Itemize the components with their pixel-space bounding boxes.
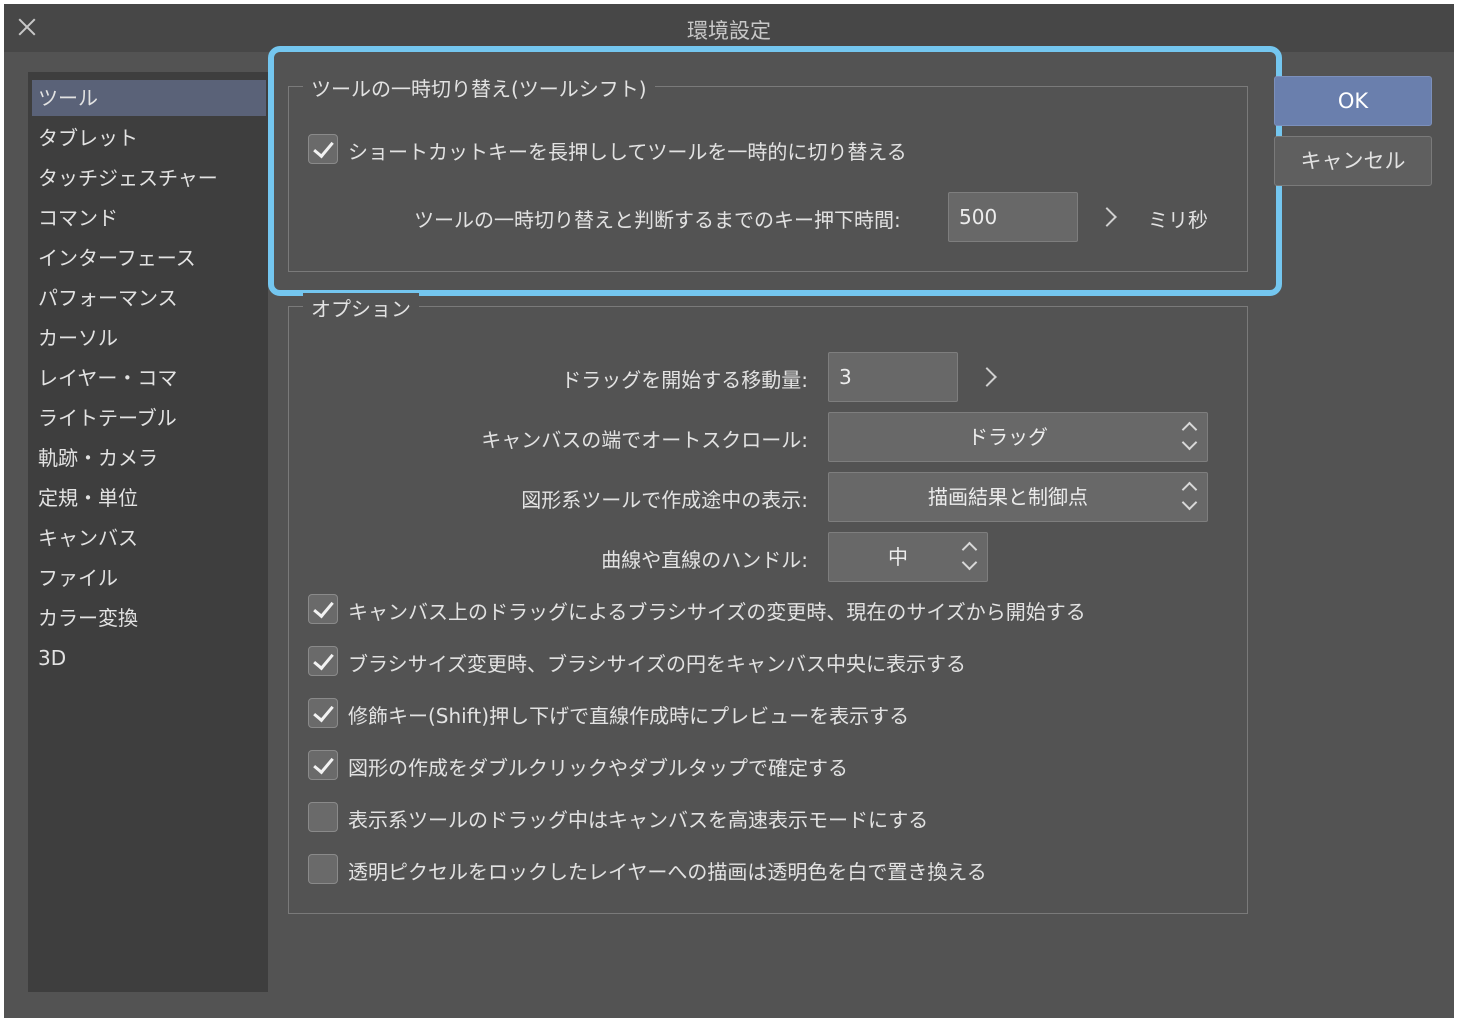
category-sidebar: ツール タブレット タッチジェスチャー コマンド インターフェース パフォーマン… (28, 72, 268, 992)
option-label-fast-display: 表示系ツールのドラッグ中はキャンバスを高速表示モードにする (348, 808, 929, 832)
window-title: 環境設定 (687, 19, 771, 43)
cancel-button[interactable]: キャンセル (1274, 136, 1432, 186)
option-label-shift-preview: 修飾キー(Shift)押し下げで直線作成時にプレビューを表示する (348, 704, 910, 728)
option-checkbox-transparent-white[interactable] (308, 854, 338, 884)
sidebar-item-tool[interactable]: ツール (32, 80, 266, 116)
tool-shift-highlight (268, 46, 1282, 296)
shape-display-label: 図形系ツールで作成途中の表示: (521, 488, 808, 512)
sidebar-item-performance[interactable]: パフォーマンス (32, 280, 266, 316)
option-label-brush-circle-center: ブラシサイズ変更時、ブラシサイズの円をキャンバス中央に表示する (348, 652, 966, 676)
sidebar-item-command[interactable]: コマンド (32, 200, 266, 236)
drag-start-label: ドラッグを開始する移動量: (561, 368, 808, 392)
sidebar-item-cursor[interactable]: カーソル (32, 320, 266, 356)
sidebar-item-layer-frame[interactable]: レイヤー・コマ (32, 360, 266, 396)
sidebar-item-tablet[interactable]: タブレット (32, 120, 266, 156)
drag-start-input[interactable]: 3 (828, 352, 958, 402)
option-label-transparent-white: 透明ピクセルをロックしたレイヤーへの描画は透明色を白で置き換える (348, 860, 987, 884)
sidebar-item-trail-camera[interactable]: 軌跡・カメラ (32, 440, 266, 476)
shape-display-select[interactable]: 描画結果と制御点 (828, 472, 1208, 522)
sidebar-item-file[interactable]: ファイル (32, 560, 266, 596)
option-checkbox-fast-display[interactable] (308, 802, 338, 832)
sidebar-item-3d[interactable]: 3D (32, 640, 266, 676)
autoscroll-select[interactable]: ドラッグ (828, 412, 1208, 462)
updown-chevron-icon (1181, 419, 1197, 455)
shape-display-value: 描画結果と制御点 (928, 485, 1088, 509)
option-checkbox-shift-preview[interactable] (308, 698, 338, 728)
sidebar-item-touch-gesture[interactable]: タッチジェスチャー (32, 160, 266, 196)
autoscroll-value: ドラッグ (968, 425, 1048, 449)
option-checkbox-brush-size-start[interactable] (308, 594, 338, 624)
updown-chevron-icon (1181, 479, 1197, 515)
sidebar-item-interface[interactable]: インターフェース (32, 240, 266, 276)
autoscroll-label: キャンバスの端でオートスクロール: (481, 428, 808, 452)
sidebar-item-ruler-unit[interactable]: 定規・単位 (32, 480, 266, 516)
handle-label: 曲線や直線のハンドル: (601, 548, 808, 572)
handle-select[interactable]: 中 (828, 532, 988, 582)
preferences-window: 環境設定 ツール タブレット タッチジェスチャー コマンド インターフェース パ… (4, 4, 1454, 1018)
title-bar: 環境設定 (4, 4, 1454, 52)
ok-button[interactable]: OK (1274, 76, 1432, 126)
sidebar-item-color-conversion[interactable]: カラー変換 (32, 600, 266, 636)
option-label-brush-size-start: キャンバス上のドラッグによるブラシサイズの変更時、現在のサイズから開始する (348, 600, 1086, 624)
sidebar-item-light-table[interactable]: ライトテーブル (32, 400, 266, 436)
updown-chevron-icon (961, 539, 977, 575)
option-checkbox-double-click-confirm[interactable] (308, 750, 338, 780)
option-label-double-click-confirm: 図形の作成をダブルクリックやダブルタップで確定する (348, 756, 848, 780)
options-legend: オプション (303, 293, 419, 322)
sidebar-item-canvas[interactable]: キャンバス (32, 520, 266, 556)
option-checkbox-brush-circle-center[interactable] (308, 646, 338, 676)
